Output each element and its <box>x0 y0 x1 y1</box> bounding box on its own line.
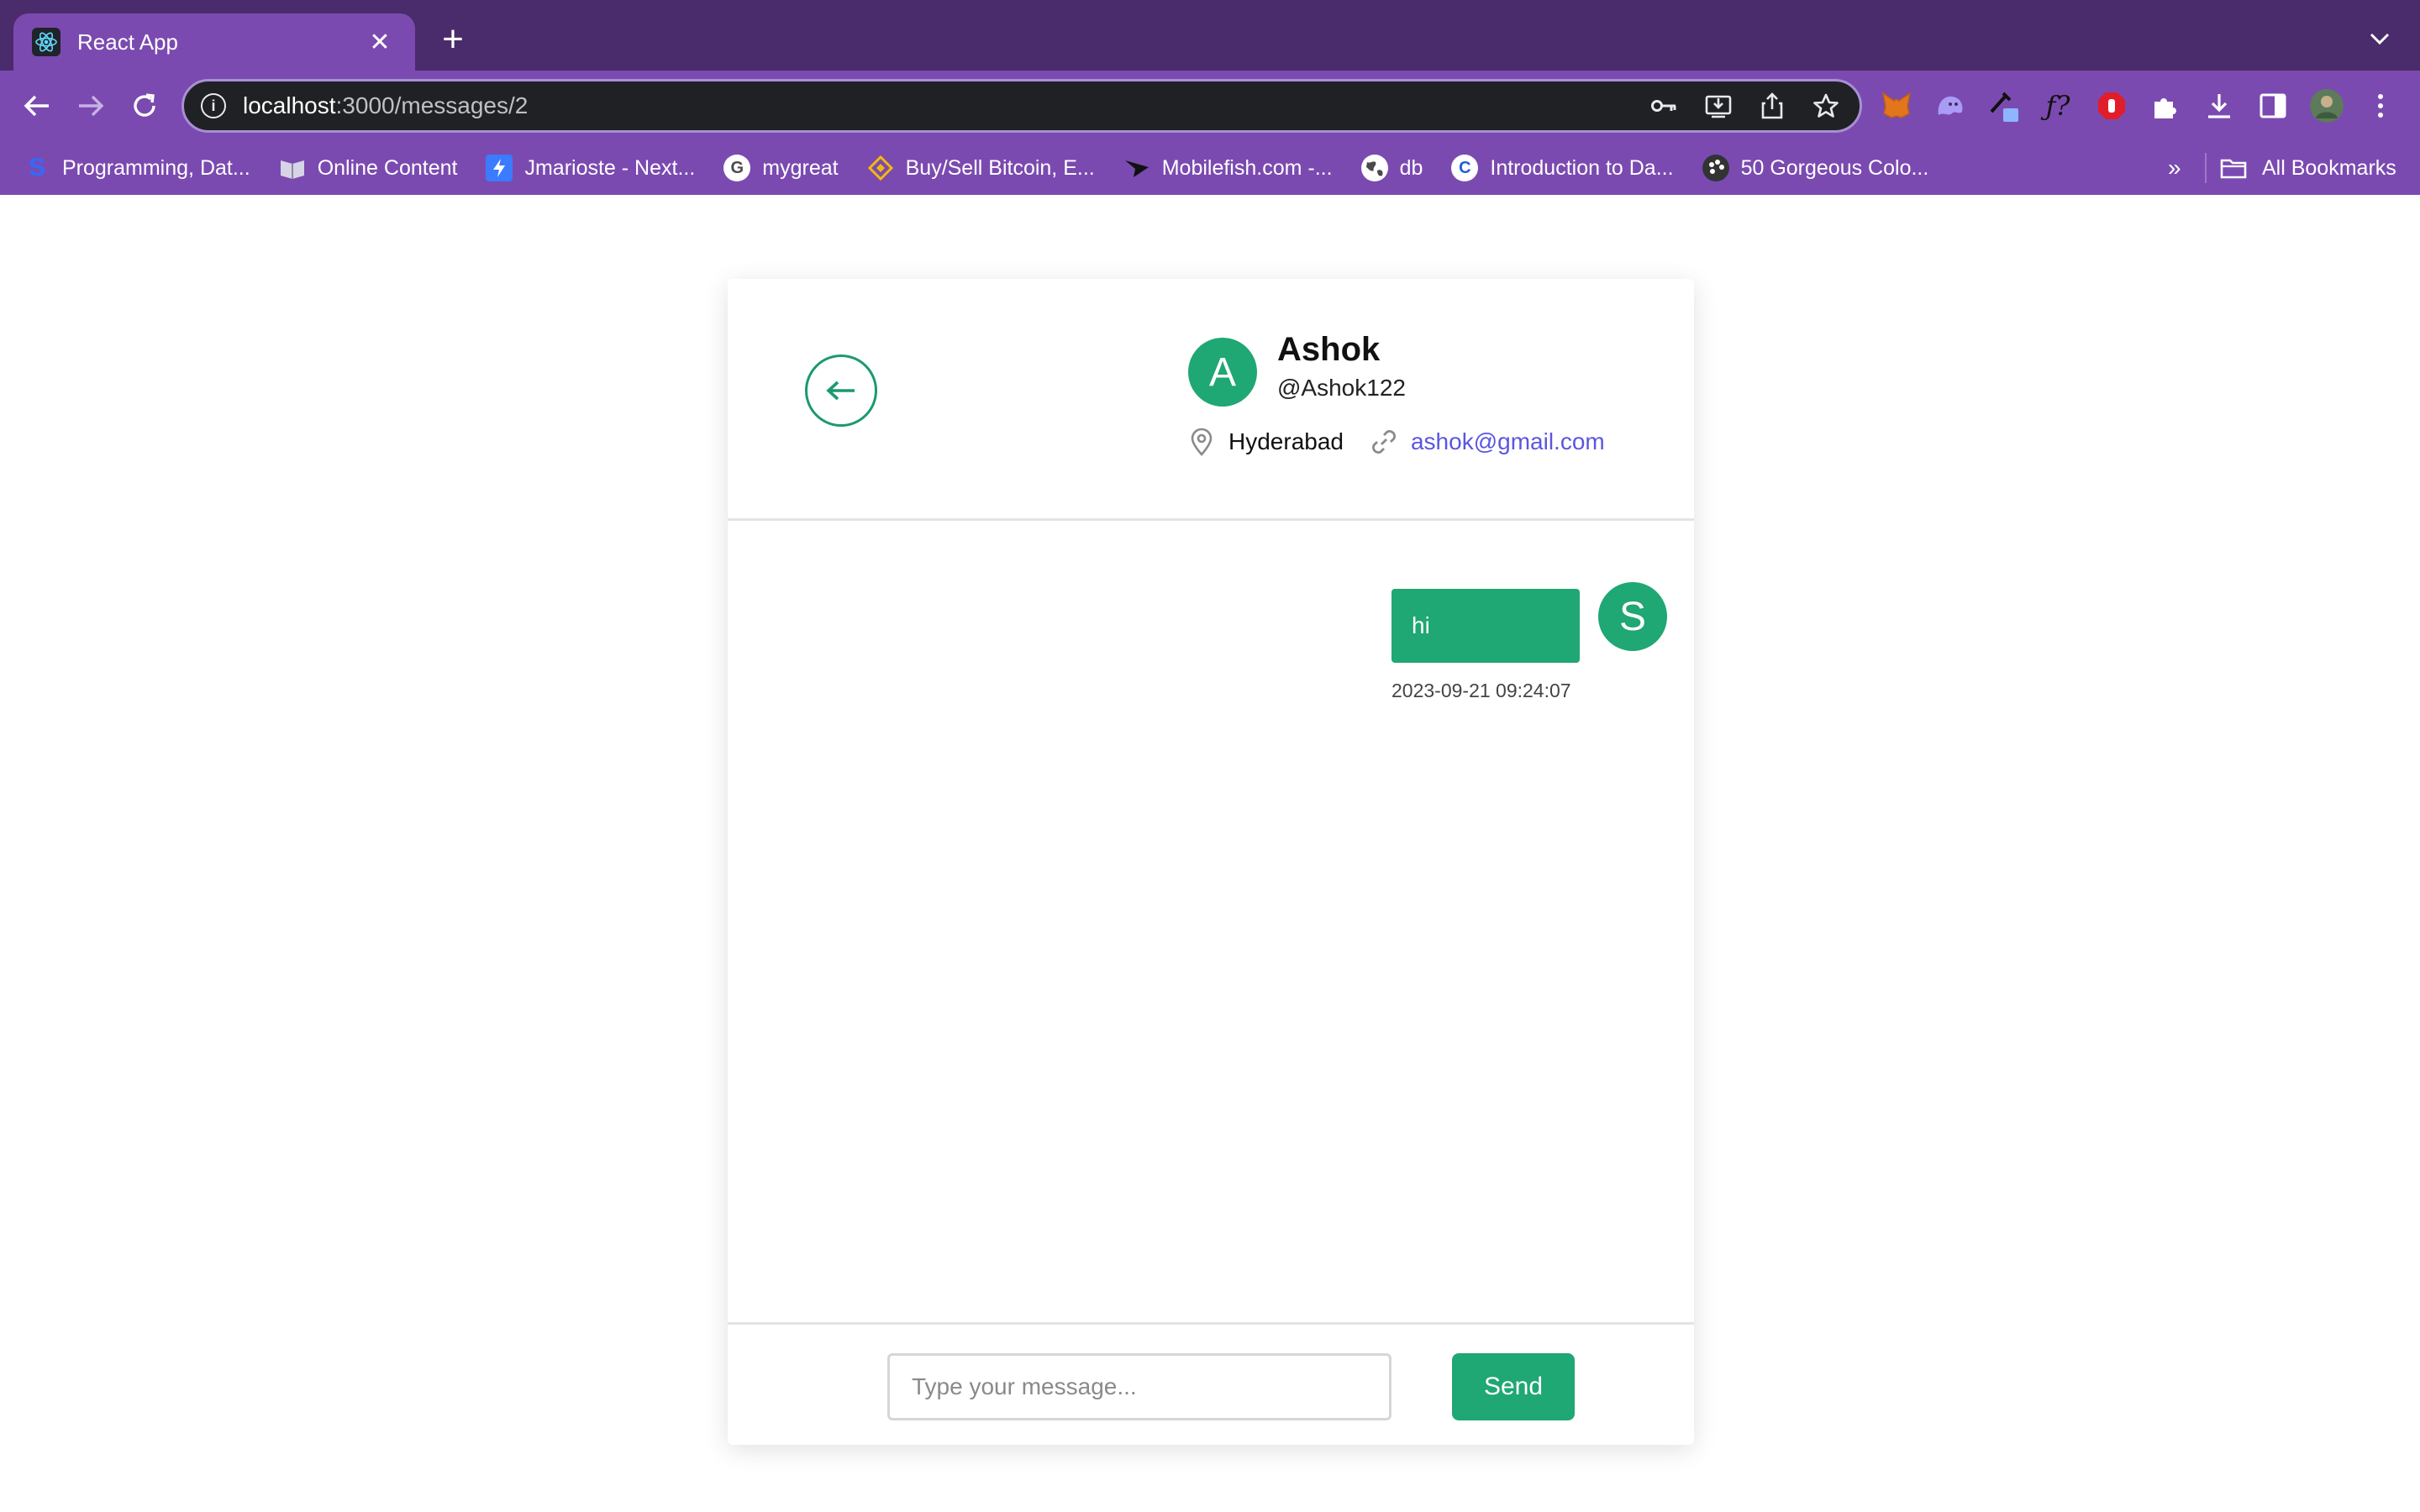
bookmark-mygreat[interactable]: G mygreat <box>723 155 839 181</box>
bookmark-label: Online Content <box>317 155 458 180</box>
bookmark-label: Introduction to Da... <box>1490 155 1674 180</box>
tab-strip: React App ✕ + <box>0 0 2420 71</box>
bookmark-online-content[interactable]: Online Content <box>279 155 458 181</box>
page-viewport: A Ashok @Ashok122 Hyderabad ashok@gmail.… <box>0 195 2420 1512</box>
puzzle-extensions-icon[interactable] <box>2148 87 2183 124</box>
bolt-icon <box>486 155 513 181</box>
message-composer: Send <box>728 1322 1694 1445</box>
binance-icon <box>867 155 894 181</box>
star-bookmark-icon[interactable] <box>1809 89 1843 123</box>
url-host: localhost <box>243 92 336 118</box>
tab-close-icon[interactable]: ✕ <box>363 28 397 57</box>
profile-avatar-icon[interactable] <box>2309 87 2344 124</box>
url-text[interactable]: localhost:3000/messages/2 <box>243 92 1648 119</box>
message-timestamp: 2023-09-21 09:24:07 <box>1392 680 1571 701</box>
contact-name: Ashok <box>1277 331 1381 368</box>
side-panel-icon[interactable] <box>2255 87 2291 124</box>
contact-meta: Hyderabad ashok@gmail.com <box>1186 427 1605 457</box>
bookmark-colors[interactable]: 50 Gorgeous Colo... <box>1702 155 1929 181</box>
folder-icon <box>2220 157 2247 179</box>
chat-card: A Ashok @Ashok122 Hyderabad ashok@gmail.… <box>728 279 1694 1445</box>
bookmark-label: db <box>1399 155 1423 180</box>
link-icon <box>1369 427 1399 457</box>
bookmark-label: Programming, Dat... <box>62 155 250 180</box>
google-icon: G <box>723 155 751 181</box>
stop-hand-icon[interactable] <box>2094 87 2129 124</box>
back-button[interactable] <box>805 354 877 427</box>
browser-tab-active[interactable]: React App ✕ <box>13 13 415 71</box>
ghost-extension-icon[interactable] <box>1933 87 1968 124</box>
bookmark-db[interactable]: db <box>1360 155 1423 181</box>
s-logo-icon: S <box>28 154 45 181</box>
bookmark-jmarioste[interactable]: Jmarioste - Next... <box>486 155 695 181</box>
all-bookmarks-button[interactable]: All Bookmarks <box>2220 141 2396 195</box>
all-bookmarks-label: All Bookmarks <box>2262 155 2396 180</box>
kebab-menu-icon[interactable] <box>2363 87 2398 124</box>
bookmarks-divider <box>2205 153 2207 183</box>
bookmark-label: Buy/Sell Bitcoin, E... <box>905 155 1095 180</box>
metamask-fox-icon[interactable] <box>1879 87 1914 124</box>
key-icon[interactable] <box>1648 89 1681 123</box>
address-bar[interactable]: i localhost:3000/messages/2 <box>182 79 1862 133</box>
color-picker-icon[interactable] <box>1986 87 2022 124</box>
chevron-down-icon[interactable] <box>2363 22 2396 55</box>
bookmark-programming[interactable]: S Programming, Dat... <box>24 154 250 181</box>
message-input[interactable] <box>887 1353 1392 1420</box>
contact-email-link[interactable]: ashok@gmail.com <box>1411 428 1605 455</box>
bookmark-label: Jmarioste - Next... <box>524 155 696 180</box>
chat-header: A Ashok @Ashok122 Hyderabad ashok@gmail.… <box>728 279 1694 521</box>
url-path: :3000/messages/2 <box>335 92 529 118</box>
new-tab-button[interactable]: + <box>432 18 474 60</box>
fish-icon <box>1123 155 1150 181</box>
site-info-icon[interactable]: i <box>201 93 226 118</box>
bookmark-binance[interactable]: Buy/Sell Bitcoin, E... <box>867 155 1095 181</box>
message-bubble: hi <box>1392 589 1580 663</box>
contact-location: Hyderabad <box>1228 428 1344 454</box>
message-list[interactable]: hi 2023-09-21 09:24:07 S <box>728 523 1694 1321</box>
c-logo-icon: C <box>1451 155 1479 181</box>
bookmark-introduction[interactable]: C Introduction to Da... <box>1451 155 1674 181</box>
send-button[interactable]: Send <box>1452 1353 1575 1420</box>
contact-handle: @Ashok122 <box>1277 375 1406 401</box>
bookmark-mobilefish[interactable]: Mobilefish.com -... <box>1123 155 1333 181</box>
forward-arrow-icon[interactable] <box>72 87 109 124</box>
bookmark-label: mygreat <box>762 155 839 180</box>
bookmarks-bar: S Programming, Dat... Online Content Jma… <box>0 141 2420 195</box>
bookmarks-overflow-button[interactable]: » <box>2168 141 2181 195</box>
font-finder-icon[interactable]: ƒ? <box>2040 87 2075 124</box>
palette-icon <box>1702 155 1729 181</box>
bookmark-label: 50 Gorgeous Colo... <box>1740 155 1929 180</box>
arrow-left-icon <box>826 380 856 402</box>
browser-toolbar: i localhost:3000/messages/2 ƒ? <box>0 71 2420 141</box>
install-app-icon[interactable] <box>1702 89 1735 123</box>
contact-avatar: A <box>1188 338 1257 407</box>
reload-icon[interactable] <box>126 87 163 124</box>
download-icon[interactable] <box>2202 87 2237 124</box>
share-icon[interactable] <box>1755 89 1789 123</box>
back-arrow-icon[interactable] <box>18 87 55 124</box>
bookmark-label: Mobilefish.com -... <box>1161 155 1333 180</box>
react-logo-icon <box>32 28 60 56</box>
book-icon <box>279 155 306 181</box>
sender-avatar: S <box>1598 582 1667 651</box>
tab-title: React App <box>77 29 178 55</box>
globe-icon <box>1360 155 1388 181</box>
map-pin-icon <box>1186 427 1217 457</box>
